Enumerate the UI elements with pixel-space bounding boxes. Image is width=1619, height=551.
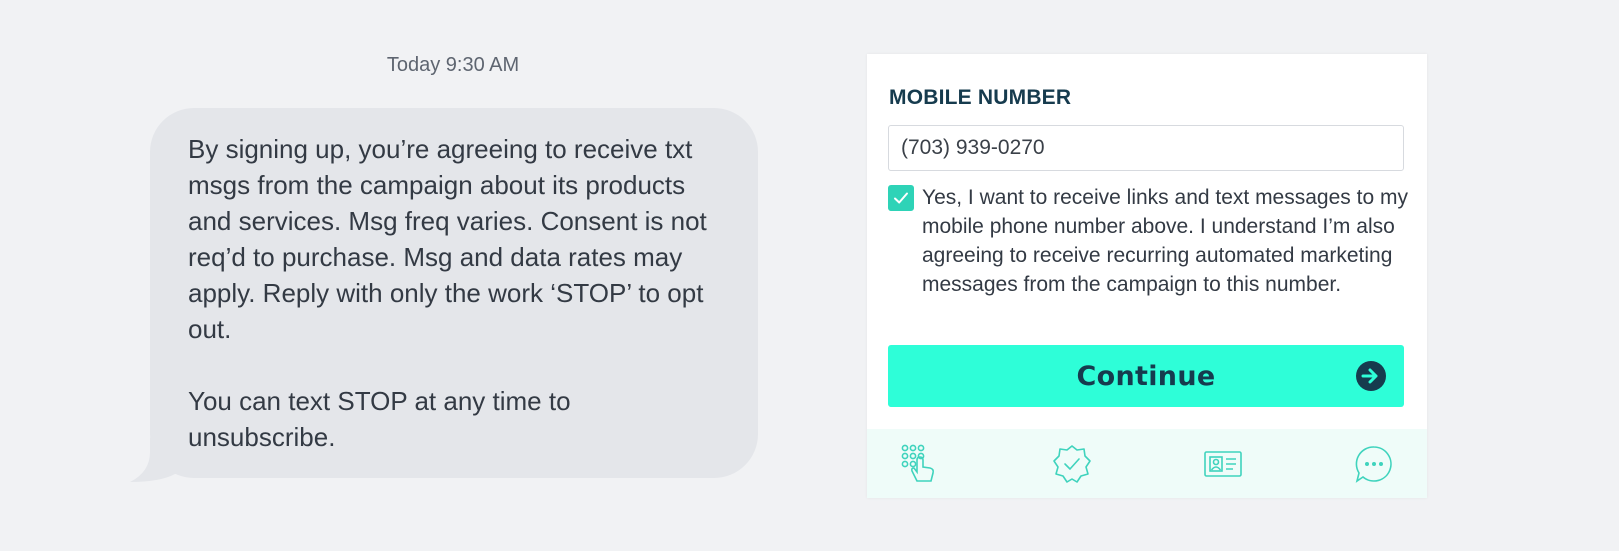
- keypad-tap-icon: [901, 444, 934, 482]
- id-card-icon: [1204, 451, 1242, 477]
- message-bubble: By signing up, you’re agreeing to receiv…: [150, 108, 758, 478]
- timestamp: Today 9:30 AM: [386, 54, 520, 76]
- arrow-right-icon: [1356, 361, 1386, 391]
- message-paragraph: By signing up, you’re agreeing to receiv…: [188, 134, 715, 344]
- consent-checkbox[interactable]: [888, 185, 914, 211]
- feature-icon-bar: [867, 429, 1427, 498]
- message-paragraph: You can text STOP at any time to unsubsc…: [188, 386, 578, 452]
- consent-text: Yes, I want to receive links and text me…: [922, 186, 1408, 296]
- checkmark-icon: [894, 192, 908, 204]
- verified-badge-icon: [1053, 445, 1091, 483]
- mobile-number-input[interactable]: [888, 125, 1404, 171]
- continue-button[interactable]: Continue: [888, 345, 1404, 407]
- continue-button-label: Continue: [1076, 360, 1216, 392]
- mobile-number-label: MOBILE NUMBER: [889, 86, 1072, 109]
- signup-card: MOBILE NUMBER Yes, I want to receive lin…: [867, 54, 1427, 498]
- chat-bubble-icon: [1355, 446, 1392, 483]
